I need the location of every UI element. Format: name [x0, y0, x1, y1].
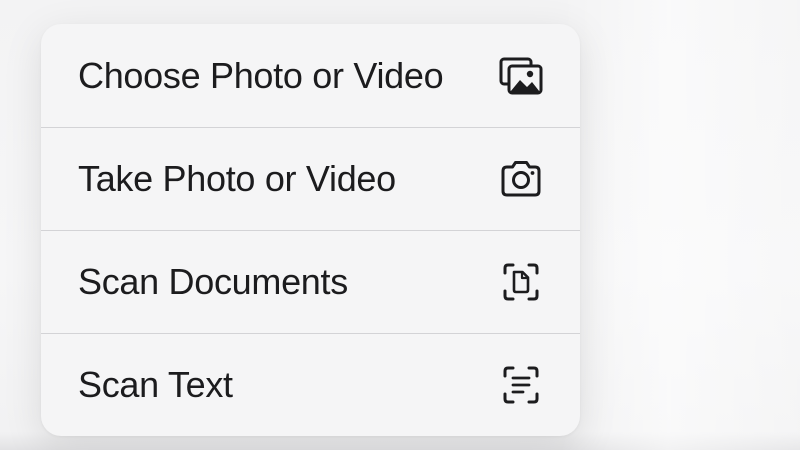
menu-item-label: Choose Photo or Video [78, 54, 444, 96]
menu-item-scan-text[interactable]: Scan Text [41, 333, 580, 436]
menu-item-take-photo-or-video[interactable]: Take Photo or Video [41, 127, 580, 230]
menu-item-scan-documents[interactable]: Scan Documents [41, 230, 580, 333]
menu-item-label: Scan Documents [78, 260, 348, 302]
text-viewfinder-icon [497, 361, 545, 409]
menu-item-label: Scan Text [78, 363, 233, 405]
photo-library-icon [497, 52, 545, 100]
backdrop [560, 0, 800, 450]
doc-viewfinder-icon [497, 258, 545, 306]
camera-icon [497, 155, 545, 203]
attachment-menu: Choose Photo or Video Take Photo or Vide… [41, 24, 580, 436]
menu-item-choose-photo-or-video[interactable]: Choose Photo or Video [41, 24, 580, 127]
menu-item-label: Take Photo or Video [78, 157, 396, 199]
